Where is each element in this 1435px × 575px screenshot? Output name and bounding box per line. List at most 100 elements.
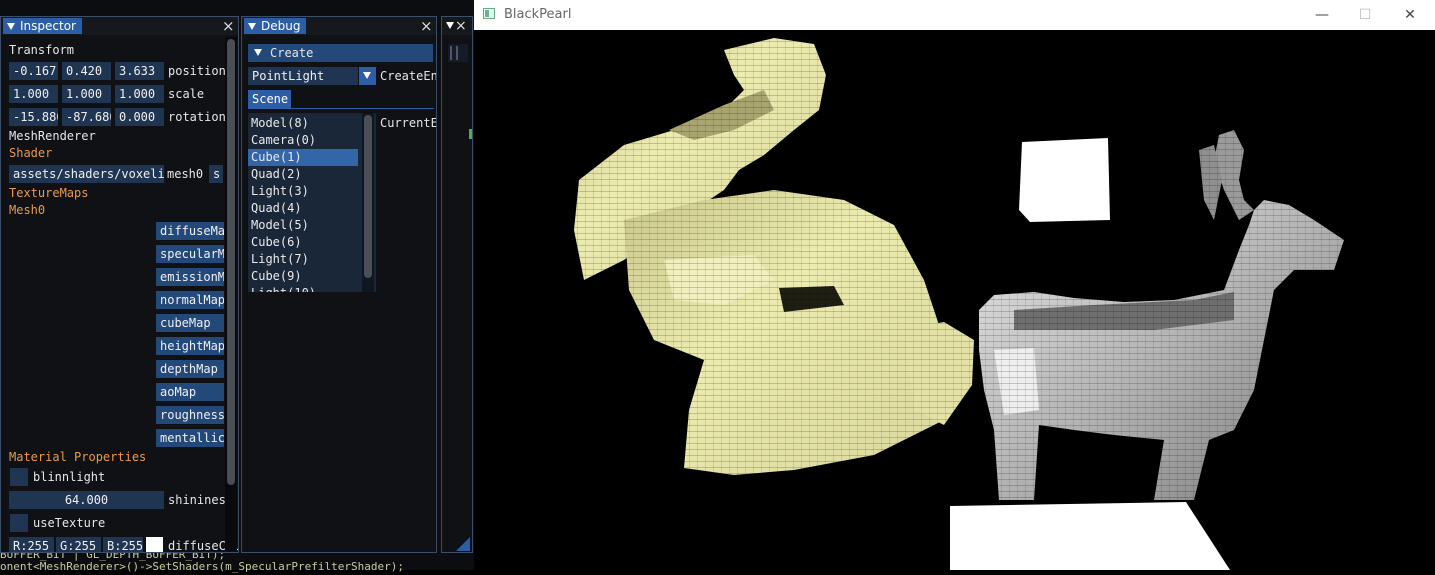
texture-map-button[interactable]: heightMap: [156, 337, 224, 355]
position-x-field[interactable]: -0.167: [9, 62, 58, 80]
material-properties-label: Material Properties: [9, 450, 147, 464]
use-texture-checkbox[interactable]: [10, 514, 28, 532]
shader-extra-field[interactable]: s: [209, 165, 223, 183]
mesh0-label: Mesh0: [9, 203, 46, 217]
scale-x-field[interactable]: 1.000: [9, 85, 58, 103]
inspector-scrollbar[interactable]: [225, 37, 237, 551]
current-entity-label: CurrentEntity: [380, 116, 436, 130]
app-icon-detail: [485, 10, 489, 17]
texture-map-button[interactable]: specularMap: [156, 245, 224, 263]
select-dropdown-button[interactable]: [359, 67, 376, 85]
texture-map-button[interactable]: depthMap: [156, 360, 224, 378]
debug-close-icon[interactable]: ×: [420, 17, 433, 35]
texture-map-button[interactable]: diffuseMap: [156, 222, 224, 240]
texture-map-button[interactable]: emissionMap: [156, 268, 224, 286]
use-texture-label: useTexture: [33, 516, 106, 530]
maximize-button[interactable]: ☐: [1354, 4, 1376, 26]
cube-light-object: [1019, 138, 1110, 222]
texture-map-button[interactable]: normalMap: [156, 291, 224, 309]
shininess-slider[interactable]: 64.000: [9, 491, 164, 509]
scene-list-item[interactable]: Light(10): [248, 285, 358, 292]
collapsed-window-scroll-area: [448, 44, 468, 62]
create-header[interactable]: Create: [248, 44, 433, 62]
shader-path-field[interactable]: assets/shaders/voxeliz: [9, 165, 164, 183]
tab-underline: [248, 108, 434, 109]
create-entity-button[interactable]: CreateEntity: [380, 68, 436, 84]
inspector-tab-label: Inspector: [20, 19, 76, 33]
create-header-label: Create: [270, 46, 314, 60]
bar-marker: [450, 46, 452, 60]
position-label: position: [168, 64, 226, 78]
scene-list-scrollbar[interactable]: [362, 113, 374, 292]
app-window: BlackPearl — ☐ ✕: [474, 0, 1435, 570]
blinnlight-checkbox[interactable]: [10, 468, 28, 486]
voxel-bunny-model: [574, 38, 974, 478]
mesh-label: mesh0: [167, 167, 204, 181]
texture-map-button[interactable]: cubeMap: [156, 314, 224, 332]
debug-titlebar: Debug ×: [242, 17, 436, 35]
shininess-label: shininess: [168, 493, 234, 507]
blinnlight-label: blinnlight: [33, 470, 106, 484]
scene-list-item[interactable]: Light(7): [248, 251, 358, 268]
transform-label: Transform: [9, 43, 75, 57]
chevron-down-icon: [363, 72, 371, 79]
scale-y-field[interactable]: 1.000: [62, 85, 111, 103]
position-z-field[interactable]: 3.633: [115, 62, 164, 80]
collapsed-window: ×: [441, 16, 473, 553]
scene-list-scrollbar-thumb[interactable]: [364, 115, 372, 278]
scene-list-item[interactable]: Quad(2): [248, 166, 358, 183]
bar-marker: [456, 46, 458, 60]
color-g-field[interactable]: G:255: [56, 537, 101, 552]
texture-maps-label: TextureMaps: [9, 186, 89, 200]
minimize-button[interactable]: —: [1311, 4, 1333, 26]
inspector-window: Inspector × Transform -0.167 0.420 3.633…: [0, 16, 239, 553]
collapse-triangle-icon[interactable]: [446, 22, 454, 29]
resize-grip-icon[interactable]: [456, 537, 470, 551]
code-line-2: onent<MeshRenderer>()->SetShaders(m_Spec…: [0, 560, 404, 573]
rotation-z-field[interactable]: 0.000: [115, 108, 164, 126]
scene-list-item[interactable]: Camera(0): [248, 132, 358, 149]
collapse-triangle-icon[interactable]: [248, 23, 256, 30]
position-y-field[interactable]: 0.420: [62, 62, 111, 80]
scene-list-item[interactable]: Model(5): [248, 217, 358, 234]
app-icon: [483, 8, 495, 19]
mesh-renderer-label: MeshRenderer: [9, 129, 96, 143]
render-viewport[interactable]: [474, 30, 1435, 570]
inspector-close-icon[interactable]: ×: [222, 17, 235, 35]
create-entity-select[interactable]: PointLight: [248, 67, 358, 85]
color-r-field[interactable]: R:255: [9, 537, 54, 552]
texture-map-button[interactable]: aoMap: [156, 383, 224, 401]
scene-tab[interactable]: Scene: [248, 90, 291, 108]
texture-map-button[interactable]: mentallicMap: [156, 429, 224, 447]
color-b-field[interactable]: B:255: [103, 537, 143, 552]
texture-map-button[interactable]: roughnessMap: [156, 406, 224, 424]
debug-tab-label: Debug: [261, 19, 301, 33]
collapsed-window-close-icon[interactable]: ×: [455, 17, 467, 35]
app-title: BlackPearl: [504, 7, 572, 22]
scene-list-item[interactable]: Light(3): [248, 183, 358, 200]
scene-list-item[interactable]: Cube(6): [248, 234, 358, 251]
close-button[interactable]: ✕: [1399, 4, 1421, 26]
debug-window: Debug × Create PointLight CreateEntity S…: [241, 16, 437, 553]
rotation-y-field[interactable]: -87.680: [62, 108, 111, 126]
scene-list-item[interactable]: Cube(1): [248, 149, 358, 166]
diffuse-color-swatch[interactable]: [146, 537, 163, 552]
rotation-label: rotation: [168, 110, 226, 124]
debug-tab[interactable]: Debug: [244, 18, 307, 34]
collapse-triangle-icon[interactable]: [7, 23, 15, 30]
quad-object: [950, 502, 1230, 570]
scene-list-item[interactable]: Model(8): [248, 115, 358, 132]
collapsed-window-titlebar: ×: [442, 17, 472, 35]
scene-list-item[interactable]: Quad(4): [248, 200, 358, 217]
scene-list-item[interactable]: Cube(9): [248, 268, 358, 285]
create-expand-icon[interactable]: [254, 49, 262, 56]
inspector-tab[interactable]: Inspector: [3, 18, 82, 34]
scene-entity-list[interactable]: Model(8) Camera(0) Cube(1) Quad(2) Light(3) Q…: [248, 113, 376, 292]
app-titlebar: BlackPearl — ☐ ✕: [474, 0, 1435, 30]
marker: [469, 129, 472, 139]
scale-label: scale: [168, 87, 205, 101]
inspector-titlebar: Inspector ×: [1, 17, 238, 35]
inspector-scrollbar-thumb[interactable]: [227, 39, 235, 485]
scale-z-field[interactable]: 1.000: [115, 85, 164, 103]
rotation-x-field[interactable]: -15.886: [9, 108, 58, 126]
